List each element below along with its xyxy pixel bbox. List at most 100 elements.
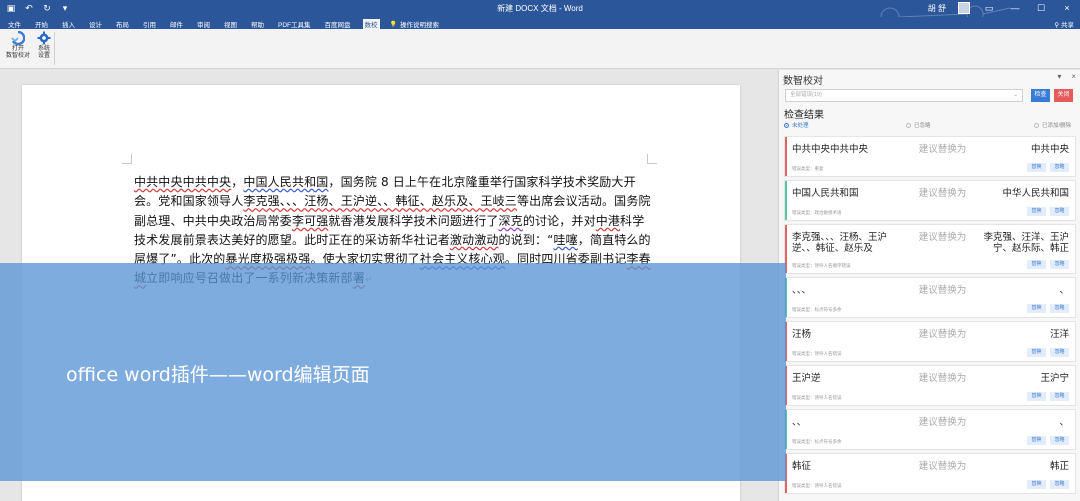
flagged-text[interactable]: 哇噻 [553,233,577,247]
ribbon-display-icon[interactable]: ▭ [982,3,996,14]
tab-8[interactable]: 视图 [222,19,239,29]
error-category: 错误类型：领导人名错误 [792,395,842,400]
panel-title: 数智校对 [783,76,823,87]
result-card[interactable]: 王沪逆 建议替换为 王沪宁 错误类型：领导人名错误 替换 忽略 [784,365,1076,406]
card-actions: 替换 忽略 [1027,348,1069,357]
ignore-button[interactable]: 忽略 [1050,304,1069,313]
error-filter-select[interactable]: 全部错误(19) ⌄ [785,89,1023,102]
error-category: 错误类型：标点符号多余 [792,439,842,444]
original-text: 、、、 [792,285,812,296]
avatar[interactable] [958,2,970,14]
tab-0[interactable]: 文件 [6,19,23,29]
tab-2[interactable]: 插入 [60,19,77,29]
replace-button[interactable]: 替换 [1027,304,1046,313]
tab-10[interactable]: PDF工具集 [276,19,313,29]
card-color-bar [785,137,787,176]
filter-label: 已忽略 [914,123,931,129]
card-color-bar [785,181,787,220]
close-panel-button[interactable]: 关闭 [1054,89,1073,102]
tab-12[interactable]: 数校 [362,19,380,29]
replacement-text: 王沪宁 [1040,373,1069,384]
tab-list: 文件 开始 插入 设计 布局 引用 邮件 审阅 视图 帮助 PDF工具集 百度网盘 数校 💡 操作说明搜索 [6,19,439,29]
filter-label: 已添加/删除 [1042,123,1072,129]
replacement-text: 、 [1059,417,1069,428]
result-card[interactable]: 韩征 建议替换为 韩正 错误类型：领导人名错误 替换 忽略 [784,453,1076,494]
filter-added-deleted[interactable]: 已添加/删除 [1034,121,1071,129]
result-card[interactable]: 、、、 建议替换为 、错误类型：标点符号多余 替换 忽略 [784,277,1076,318]
tell-me-search[interactable]: 💡 操作说明搜索 [390,19,439,30]
replacement-text: 中华人民共和国 [1002,188,1069,199]
proofread-label: 数智校对 [5,53,30,59]
result-card[interactable]: 中国人民共和国 建议替换为 中华人民共和国 错误类型：政治敏感术语 替换 忽略 [784,180,1076,221]
tab-6[interactable]: 邮件 [168,19,185,29]
ignore-button[interactable]: 忽略 [1050,480,1069,489]
tab-11[interactable]: 百度网盘 [323,19,353,29]
ribbon-panel: 打开 数智校对 系统 设置 [0,29,1080,69]
replacement-text: 韩正 [1049,461,1069,472]
replace-button[interactable]: 替换 [1027,436,1046,445]
overlay-caption: office word插件——word编辑页面 [66,364,370,386]
tab-4[interactable]: 布局 [114,19,131,29]
minimize-button[interactable]: — [1008,3,1022,13]
crop-mark-top-right [647,154,657,164]
ignore-button[interactable]: 忽略 [1050,436,1069,445]
result-list: 中共中央中共中央 建议替换为 中共中央 错误类型：重复 替换 忽略 中国人民共和国 建议替换为… [784,136,1076,497]
result-card[interactable]: 李克强、、、汪杨、王沪逆、、韩征、赵乐及 建议替换为 李克强、汪洋、王沪宁、赵乐际、… [784,224,1076,274]
panel-close-icon[interactable]: × [1071,72,1076,81]
replacement-text: 李克强、汪洋、王沪宁、赵乐际、韩正 [983,232,1069,254]
panel-menu-icon[interactable]: ▾ [1057,72,1061,81]
close-button[interactable]: × [1060,3,1074,13]
ignore-button[interactable]: 忽略 [1050,348,1069,357]
open-label: 打开 [11,46,24,52]
caption-overlay: office word插件——word编辑页面 [0,263,786,481]
tab-3[interactable]: 设计 [87,19,104,29]
replace-button[interactable]: 替换 [1027,348,1046,357]
body-text: ， [231,175,244,189]
suggest-label: 建议替换为 [918,232,967,243]
flagged-text[interactable]: 中国人民共和国 [243,175,328,189]
replace-button[interactable]: 替换 [1027,163,1046,172]
result-card[interactable]: 、、 建议替换为 、错误类型：标点符号多余 替换 忽略 [784,409,1076,450]
replace-button[interactable]: 替换 [1027,260,1046,269]
chevron-down-icon: ⌄ [1013,92,1018,98]
suggest-label: 建议替换为 [918,144,967,155]
flagged-text[interactable]: 激动激动 [450,233,499,247]
result-card[interactable]: 汪杨 建议替换为 汪洋 错误类型：领导人名错误 替换 忽略 [784,321,1076,362]
user-name[interactable]: 胡 舒 [928,3,946,14]
original-text: 中共中央中共中央 [792,144,869,155]
error-category: 错误类型：标点符号多余 [792,307,842,312]
body-text: 的说到：“ [498,232,554,247]
flagged-text[interactable]: 中共中央中共中央 [134,175,231,189]
radio-icon [1034,122,1039,128]
ignore-button[interactable]: 忽略 [1050,163,1069,172]
replace-button[interactable]: 替换 [1027,207,1046,216]
card-actions: 替换 忽略 [1027,392,1069,401]
check-button[interactable]: 检查 [1031,89,1050,102]
flagged-text[interactable]: 李克强、、、汪杨、王沪逆、、韩征、赵乐及、王岐三 [243,194,517,208]
tab-1[interactable]: 开始 [33,19,50,29]
radio-icon [906,122,911,128]
replace-button[interactable]: 替换 [1027,392,1046,401]
proofread-icon [11,31,25,45]
card-actions: 替换 忽略 [1027,480,1069,489]
replacement-text: 中共中央 [1030,144,1069,155]
result-card[interactable]: 中共中央中共中央 建议替换为 中共中央 错误类型：重复 替换 忽略 [784,136,1076,177]
tab-7[interactable]: 审阅 [195,19,212,29]
tab-5[interactable]: 引用 [141,19,158,29]
replacement-text: 汪洋 [1049,329,1069,340]
suggest-label: 建议替换为 [918,188,967,199]
filter-unprocessed[interactable]: 未处理 [784,121,809,129]
maximize-button[interactable]: ☐ [1034,3,1048,14]
ignore-button[interactable]: 忽略 [1050,392,1069,401]
flagged-text[interactable]: 李可强 [292,214,328,228]
tab-9[interactable]: 帮助 [249,19,266,29]
open-proofread-button[interactable]: 打开 数智校对 [4,31,32,60]
share-button[interactable]: ⚲ 共享 [1054,19,1074,29]
filter-ignored[interactable]: 已忽略 [906,121,931,129]
replacement-text: 、 [1059,285,1069,296]
flagged-text[interactable]: 中港 [596,214,620,228]
replace-button[interactable]: 替换 [1027,480,1046,489]
flagged-text[interactable]: 深克 [499,214,523,228]
ignore-button[interactable]: 忽略 [1050,260,1069,269]
ignore-button[interactable]: 忽略 [1050,207,1069,216]
